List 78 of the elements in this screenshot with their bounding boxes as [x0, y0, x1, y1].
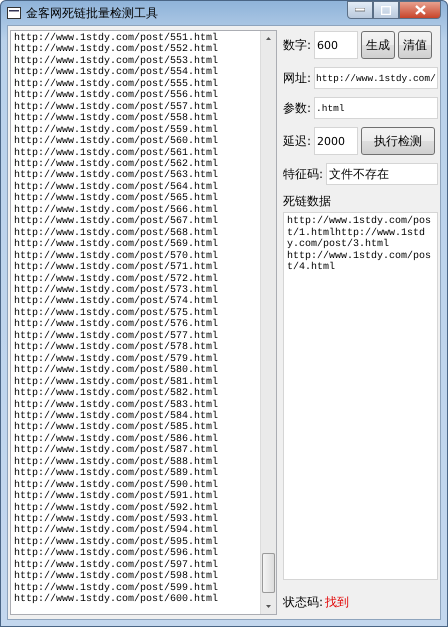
url-line: http://www.1stdy.com/post/555.html: [14, 78, 220, 90]
url-line: http://www.1stdy.com/post/598.html: [14, 571, 220, 582]
window-title: 金客网死链批量检测工具: [26, 4, 159, 22]
url-line: http://www.1stdy.com/post/599.html: [14, 582, 220, 594]
maximize-button[interactable]: [373, 1, 399, 19]
scroll-thumb[interactable]: [262, 553, 275, 593]
delay-field[interactable]: 2000: [314, 127, 358, 155]
url-line: http://www.1stdy.com/post/574.html: [14, 296, 220, 308]
status-label: 状态码:: [283, 594, 324, 611]
close-icon: [414, 5, 426, 15]
dead-links-label: 死链数据: [283, 193, 332, 210]
url-line: http://www.1stdy.com/post/581.html: [14, 376, 220, 388]
maximize-icon: [381, 6, 391, 14]
url-line: http://www.1stdy.com/post/582.html: [14, 388, 220, 400]
url-line: http://www.1stdy.com/post/572.html: [14, 274, 220, 285]
url-line: http://www.1stdy.com/post/562.html: [14, 158, 220, 170]
delay-label: 延迟:: [283, 132, 312, 150]
url-field[interactable]: http://www.1stdy.com/: [314, 67, 438, 89]
url-line: http://www.1stdy.com/post/591.html: [14, 491, 220, 502]
url-line: http://www.1stdy.com/post/596.html: [14, 548, 220, 560]
url-line: http://www.1stdy.com/post/569.html: [14, 239, 220, 250]
url-line: http://www.1stdy.com/post/570.html: [14, 250, 220, 262]
url-line: http://www.1stdy.com/post/559.html: [14, 124, 220, 136]
url-line: http://www.1stdy.com/post/557.html: [14, 102, 220, 113]
dead-links-area[interactable]: http://www.1stdy.com/post/1.htmlhttp://www.1stdy.com/post/3.html http://www.1stdy.com/post/4.html: [283, 212, 438, 580]
close-button[interactable]: [399, 1, 441, 19]
url-line: http://www.1stdy.com/post/594.html: [14, 525, 220, 536]
url-line: http://www.1stdy.com/post/560.html: [14, 136, 220, 148]
url-line: http://www.1stdy.com/post/587.html: [14, 445, 220, 456]
url-line: http://www.1stdy.com/post/568.html: [14, 228, 220, 239]
url-line: http://www.1stdy.com/post/575.html: [14, 308, 220, 319]
url-line: http://www.1stdy.com/post/589.html: [14, 468, 220, 480]
url-line: http://www.1stdy.com/post/595.html: [14, 536, 220, 548]
url-line: http://www.1stdy.com/post/579.html: [14, 354, 220, 365]
url-line: http://www.1stdy.com/post/553.html: [14, 56, 220, 67]
url-line: http://www.1stdy.com/post/590.html: [14, 480, 220, 491]
url-line: http://www.1stdy.com/post/593.html: [14, 514, 220, 526]
url-list-area[interactable]: [10, 30, 277, 615]
url-label: 网址:: [283, 70, 312, 86]
minimize-button[interactable]: [347, 1, 373, 19]
number-field[interactable]: 600: [314, 31, 358, 59]
url-line: http://www.1stdy.com/post/584.html: [14, 410, 220, 422]
url-line: http://www.1stdy.com/post/600.html: [14, 594, 220, 606]
url-line: http://www.1stdy.com/post/561.html: [14, 148, 220, 159]
minimize-icon: [355, 8, 365, 12]
url-line: http://www.1stdy.com/post/588.html: [14, 456, 220, 468]
params-field[interactable]: .html: [314, 97, 438, 119]
url-line: http://www.1stdy.com/post/580.html: [14, 365, 220, 376]
url-line: http://www.1stdy.com/post/552.html: [14, 44, 220, 56]
url-line: http://www.1stdy.com/post/577.html: [14, 330, 220, 342]
url-line: http://www.1stdy.com/post/586.html: [14, 434, 220, 445]
url-line: http://www.1stdy.com/post/578.html: [14, 342, 220, 354]
run-check-button[interactable]: 执行检测: [361, 127, 436, 155]
signature-label: 特征码:: [283, 166, 324, 182]
url-line: http://www.1stdy.com/post/554.html: [14, 67, 220, 78]
url-line: http://www.1stdy.com/post/567.html: [14, 216, 220, 228]
app-icon: [7, 7, 21, 19]
url-line: http://www.1stdy.com/post/566.html: [14, 204, 220, 216]
url-line: http://www.1stdy.com/post/597.html: [14, 560, 220, 571]
clear-button[interactable]: 清值: [398, 31, 432, 59]
url-line: http://www.1stdy.com/post/571.html: [14, 262, 220, 274]
signature-field[interactable]: 文件不存在: [326, 163, 438, 185]
url-line: http://www.1stdy.com/post/564.html: [14, 182, 220, 193]
url-line: http://www.1stdy.com/post/576.html: [14, 319, 220, 330]
url-line: http://www.1stdy.com/post/592.html: [14, 502, 220, 514]
url-line: http://www.1stdy.com/post/563.html: [14, 170, 220, 182]
url-line: http://www.1stdy.com/post/585.html: [14, 422, 220, 434]
url-line: http://www.1stdy.com/post/556.html: [14, 90, 220, 102]
url-line: http://www.1stdy.com/post/583.html: [14, 400, 220, 410]
url-line: http://www.1stdy.com/post/565.html: [14, 193, 220, 204]
url-line: http://www.1stdy.com/post/551.html: [14, 33, 220, 44]
params-label: 参数:: [283, 100, 312, 116]
number-label: 数字:: [283, 36, 312, 54]
generate-button[interactable]: 生成: [361, 31, 396, 59]
url-line: http://www.1stdy.com/post/558.html: [14, 113, 220, 124]
status-text: 找到: [325, 594, 350, 611]
url-line: http://www.1stdy.com/post/573.html: [14, 284, 220, 296]
scrollbar[interactable]: [260, 31, 276, 614]
